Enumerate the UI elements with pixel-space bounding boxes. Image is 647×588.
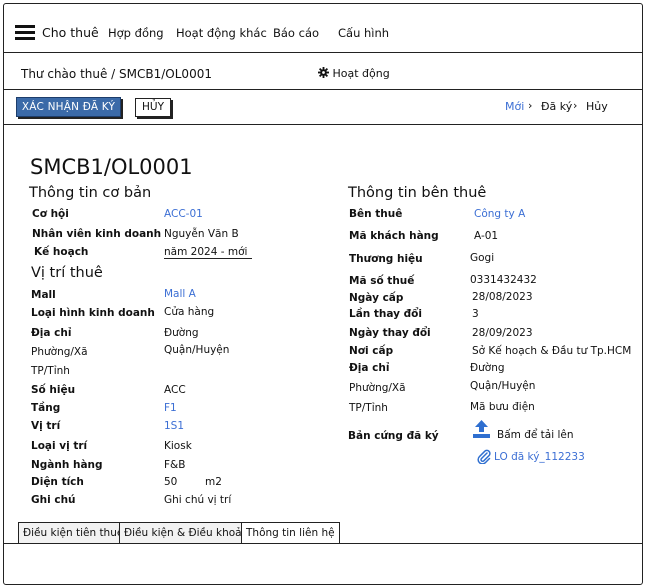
nav-divider: [3, 52, 643, 53]
industry-value: F&B: [164, 459, 186, 471]
upload-button[interactable]: Bấm để tải lên: [497, 429, 574, 441]
mall-label: Mall: [31, 289, 56, 301]
status-new[interactable]: Mới: [505, 100, 524, 113]
customer-code-label: Mã khách hàng: [349, 230, 439, 242]
upload-icon[interactable]: [472, 420, 491, 439]
activity-label: Hoạt động: [332, 67, 390, 80]
salesperson-value: Nguyễn Văn B: [164, 228, 239, 240]
nav-item-rental[interactable]: Cho thuê: [42, 25, 99, 40]
industry-label: Ngành hàng: [31, 459, 103, 471]
customer-code-value: A-01: [474, 230, 499, 242]
tenant-link[interactable]: Công ty A: [474, 208, 525, 220]
plan-label: Kế hoạch: [34, 246, 89, 258]
status-separator: ›: [573, 99, 578, 112]
city-label: TP/Tỉnh: [31, 365, 70, 377]
district-value: Quận/Huyện: [164, 344, 230, 356]
business-type-label: Loại hình kinh doanh: [31, 307, 155, 319]
note-label: Ghi chú: [31, 494, 76, 506]
status-signed[interactable]: Đã ký: [541, 100, 572, 113]
nav-item-settings[interactable]: Cấu hình: [338, 26, 389, 40]
record-title: SMCB1/OL0001: [30, 155, 193, 179]
tax-value: 0331432432: [470, 274, 537, 286]
confirm-signed-button[interactable]: XÁC NHẬN ĐÃ KÝ: [16, 97, 121, 117]
nav-item-other-activities[interactable]: Hoạt động khác: [176, 26, 267, 40]
signed-attachment-link[interactable]: LO đã ký_112233: [494, 451, 585, 463]
opportunity-label: Cơ hội: [32, 208, 69, 220]
tenant-address-value: Đường: [470, 362, 505, 374]
footer-divider: [3, 543, 643, 544]
tenant-info-heading: Thông tin bên thuê: [348, 185, 487, 201]
tab-terms-conditions[interactable]: Điều kiện & Điều khoản: [119, 522, 254, 543]
floor-link[interactable]: F1: [164, 402, 177, 414]
status-separator: ›: [528, 99, 533, 112]
position-type-label: Loại vị trí: [31, 440, 88, 452]
brand-value: Gogi: [470, 252, 495, 264]
signed-copy-label: Bản cứng đã ký: [348, 430, 439, 442]
breadcrumb[interactable]: Thư chào thuê / SMCB1/OL0001: [21, 67, 212, 81]
issue-date-label: Ngày cấp: [349, 292, 404, 304]
change-date-value: 28/09/2023: [472, 327, 533, 339]
note-value: Ghi chú vị trí: [164, 494, 232, 506]
address-label: Địa chỉ: [31, 327, 72, 339]
issue-date-value: 28/08/2023: [472, 291, 533, 303]
floor-label: Tầng: [31, 402, 61, 414]
tax-label: Mã số thuế: [349, 275, 415, 287]
basic-info-heading: Thông tin cơ bản: [29, 185, 152, 201]
changes-value: 3: [472, 308, 479, 320]
number-label: Số hiệu: [31, 384, 76, 396]
salesperson-label: Nhân viên kinh doanh: [32, 228, 162, 240]
tenant-ward-label: Phường/Xã: [349, 382, 406, 394]
breadcrumb-divider: [3, 89, 643, 90]
brand-label: Thương hiệu: [349, 253, 423, 265]
tab-contact-info[interactable]: Thông tin liên hệ: [241, 522, 340, 543]
gear-icon: [318, 67, 329, 78]
opportunity-link[interactable]: ACC-01: [164, 208, 203, 220]
paperclip-icon: [477, 449, 491, 464]
activity-menu[interactable]: Hoạt động: [318, 67, 390, 80]
plan-field[interactable]: năm 2024 - mới: [164, 246, 252, 259]
area-unit: m2: [205, 476, 222, 488]
toolbar-divider: [3, 124, 643, 125]
status-cancelled[interactable]: Hủy: [586, 100, 608, 113]
cancel-button[interactable]: HỦY: [135, 98, 171, 117]
mall-link[interactable]: Mall A: [164, 288, 196, 300]
nav-item-contracts[interactable]: Hợp đồng: [108, 26, 164, 40]
tenant-district-value: Quận/Huyện: [470, 380, 536, 392]
area-value: 50: [164, 476, 178, 488]
position-label: Vị trí: [31, 420, 61, 432]
position-type-value: Kiosk: [164, 440, 192, 452]
issuer-value: Sở Kế hoạch & Đầu tư Tp.HCM: [472, 345, 632, 357]
postal-code-value: Mã bưu điện: [470, 401, 535, 413]
tab-pre-rental-conditions[interactable]: Điều kiện tiên thuê: [18, 522, 129, 543]
app-window: [3, 3, 643, 585]
tenant-address-label: Địa chỉ: [349, 362, 390, 374]
address-value: Đường: [164, 327, 199, 339]
change-date-label: Ngày thay đổi: [349, 327, 431, 339]
number-value: ACC: [164, 384, 186, 396]
tenant-city-label: TP/Tỉnh: [349, 402, 388, 414]
business-type-value: Cửa hàng: [164, 306, 215, 318]
ward-label: Phường/Xã: [31, 346, 88, 358]
nav-item-reports[interactable]: Báo cáo: [273, 26, 319, 40]
area-label: Diện tích: [31, 476, 84, 488]
tenant-label: Bên thuê: [349, 208, 403, 220]
position-link[interactable]: 1S1: [164, 420, 184, 432]
location-heading: Vị trí thuê: [31, 265, 103, 281]
issuer-label: Nơi cấp: [349, 345, 394, 357]
changes-label: Lần thay đổi: [349, 308, 422, 320]
hamburger-menu-icon[interactable]: [15, 25, 35, 41]
